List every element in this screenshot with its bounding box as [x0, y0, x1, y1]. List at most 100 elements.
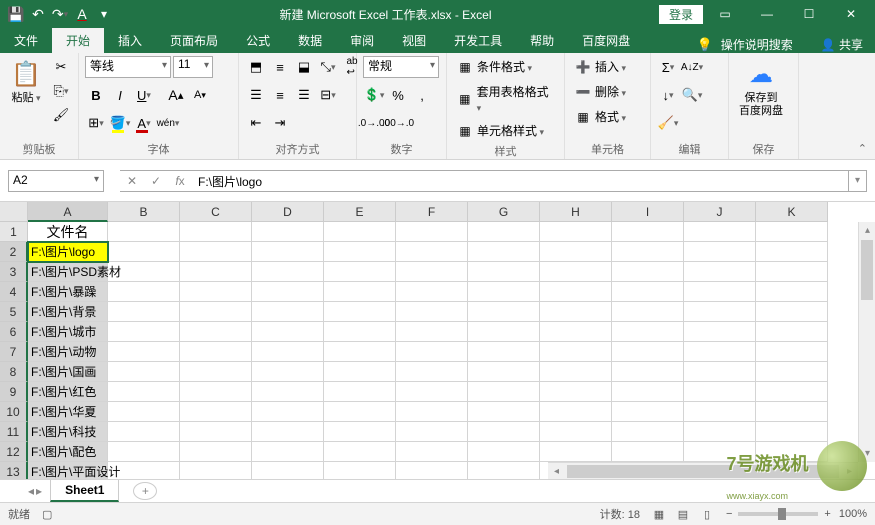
- copy-icon[interactable]: ⎘: [50, 80, 72, 102]
- row-header[interactable]: 1: [0, 222, 28, 242]
- sort-filter-icon[interactable]: A↓Z: [681, 56, 703, 78]
- cell[interactable]: F:\图片\平面设计: [28, 462, 108, 479]
- cut-icon[interactable]: ✂: [50, 56, 72, 78]
- name-box[interactable]: A2: [8, 170, 104, 192]
- cell[interactable]: [180, 422, 252, 442]
- cell[interactable]: [684, 322, 756, 342]
- cell[interactable]: [540, 222, 612, 242]
- cell[interactable]: [612, 402, 684, 422]
- login-button[interactable]: 登录: [659, 5, 703, 24]
- cell[interactable]: F:\图片\城市: [28, 322, 108, 342]
- tab-help[interactable]: 帮助: [516, 28, 568, 53]
- tab-home[interactable]: 开始: [52, 28, 104, 53]
- row-header[interactable]: 6: [0, 322, 28, 342]
- cell[interactable]: [324, 362, 396, 382]
- cell[interactable]: [756, 302, 828, 322]
- cell[interactable]: [540, 282, 612, 302]
- cell[interactable]: [468, 402, 540, 422]
- scroll-left-icon[interactable]: ◂: [548, 463, 565, 480]
- font-color-quick-icon[interactable]: A: [74, 6, 90, 22]
- cell[interactable]: [108, 402, 180, 422]
- cell[interactable]: [756, 422, 828, 442]
- cell[interactable]: [540, 322, 612, 342]
- cell[interactable]: F:\图片\科技: [28, 422, 108, 442]
- cell[interactable]: [180, 462, 252, 479]
- cell[interactable]: [756, 322, 828, 342]
- cell[interactable]: [540, 442, 612, 462]
- cell[interactable]: F:\图片\华夏: [28, 402, 108, 422]
- cell[interactable]: [612, 382, 684, 402]
- cell[interactable]: [108, 242, 180, 262]
- cell[interactable]: [756, 282, 828, 302]
- align-middle-icon[interactable]: ≡: [269, 56, 291, 78]
- fill-color-button[interactable]: 🪣: [109, 112, 131, 134]
- cell[interactable]: [324, 302, 396, 322]
- cell[interactable]: [540, 402, 612, 422]
- column-header[interactable]: K: [756, 202, 828, 222]
- row-header[interactable]: 5: [0, 302, 28, 322]
- cell[interactable]: [612, 422, 684, 442]
- cell[interactable]: [540, 242, 612, 262]
- cell[interactable]: [252, 362, 324, 382]
- cell[interactable]: [540, 302, 612, 322]
- cell[interactable]: [684, 302, 756, 322]
- save-baidu-button[interactable]: ☁ 保存到 百度网盘: [735, 56, 787, 120]
- macro-record-icon[interactable]: ▢: [42, 508, 52, 521]
- tab-baidu[interactable]: 百度网盘: [568, 28, 644, 53]
- sheet-nav-next-icon[interactable]: ▸: [36, 484, 42, 498]
- column-header[interactable]: D: [252, 202, 324, 222]
- cell[interactable]: [396, 322, 468, 342]
- cell[interactable]: [468, 302, 540, 322]
- cell[interactable]: [180, 322, 252, 342]
- cell[interactable]: [468, 242, 540, 262]
- cell[interactable]: F:\图片\logo: [28, 242, 108, 262]
- conditional-format-button[interactable]: ▦条件格式: [453, 56, 536, 77]
- cell[interactable]: [108, 362, 180, 382]
- undo-icon[interactable]: ↶: [30, 6, 46, 22]
- page-layout-view-icon[interactable]: ▤: [672, 505, 694, 523]
- cell[interactable]: [252, 322, 324, 342]
- cell[interactable]: [324, 382, 396, 402]
- tab-dev[interactable]: 开发工具: [440, 28, 516, 53]
- cell[interactable]: [612, 282, 684, 302]
- cell[interactable]: [180, 342, 252, 362]
- cell[interactable]: [612, 302, 684, 322]
- page-break-view-icon[interactable]: ▯: [696, 505, 718, 523]
- cell[interactable]: [684, 382, 756, 402]
- spreadsheet-grid[interactable]: ABCDEFGHIJK 12345678910111213 文件名F:\图片\l…: [0, 202, 875, 479]
- merge-cells-icon[interactable]: ⊟: [317, 84, 339, 106]
- share-button[interactable]: 👤 共享: [821, 36, 863, 53]
- tab-file[interactable]: 文件: [0, 28, 52, 53]
- cell[interactable]: [252, 222, 324, 242]
- row-header[interactable]: 12: [0, 442, 28, 462]
- zoom-in-icon[interactable]: +: [824, 508, 830, 520]
- cell[interactable]: 文件名: [28, 222, 108, 242]
- cell[interactable]: [324, 462, 396, 479]
- cell[interactable]: [180, 282, 252, 302]
- cell[interactable]: F:\图片\动物: [28, 342, 108, 362]
- cell[interactable]: [324, 282, 396, 302]
- cell[interactable]: [612, 242, 684, 262]
- tab-layout[interactable]: 页面布局: [156, 28, 232, 53]
- column-header[interactable]: G: [468, 202, 540, 222]
- cell[interactable]: [684, 262, 756, 282]
- cell[interactable]: [468, 442, 540, 462]
- fill-icon[interactable]: ↓: [657, 84, 679, 106]
- number-format-combo[interactable]: 常规: [363, 56, 439, 78]
- align-center-icon[interactable]: ≡: [269, 84, 291, 106]
- cell[interactable]: [540, 422, 612, 442]
- cell[interactable]: [324, 402, 396, 422]
- clear-icon[interactable]: 🧹: [657, 112, 679, 134]
- cell[interactable]: [396, 222, 468, 242]
- cell[interactable]: [684, 362, 756, 382]
- cell[interactable]: [612, 342, 684, 362]
- cell[interactable]: [180, 262, 252, 282]
- cell[interactable]: [252, 242, 324, 262]
- insert-cells-button[interactable]: ➕插入: [571, 56, 630, 77]
- cell[interactable]: [108, 442, 180, 462]
- cell[interactable]: [108, 262, 180, 282]
- tell-me-search[interactable]: 操作说明搜索: [721, 36, 793, 53]
- cell[interactable]: [612, 362, 684, 382]
- fx-icon[interactable]: fx: [168, 171, 192, 191]
- cell[interactable]: [684, 242, 756, 262]
